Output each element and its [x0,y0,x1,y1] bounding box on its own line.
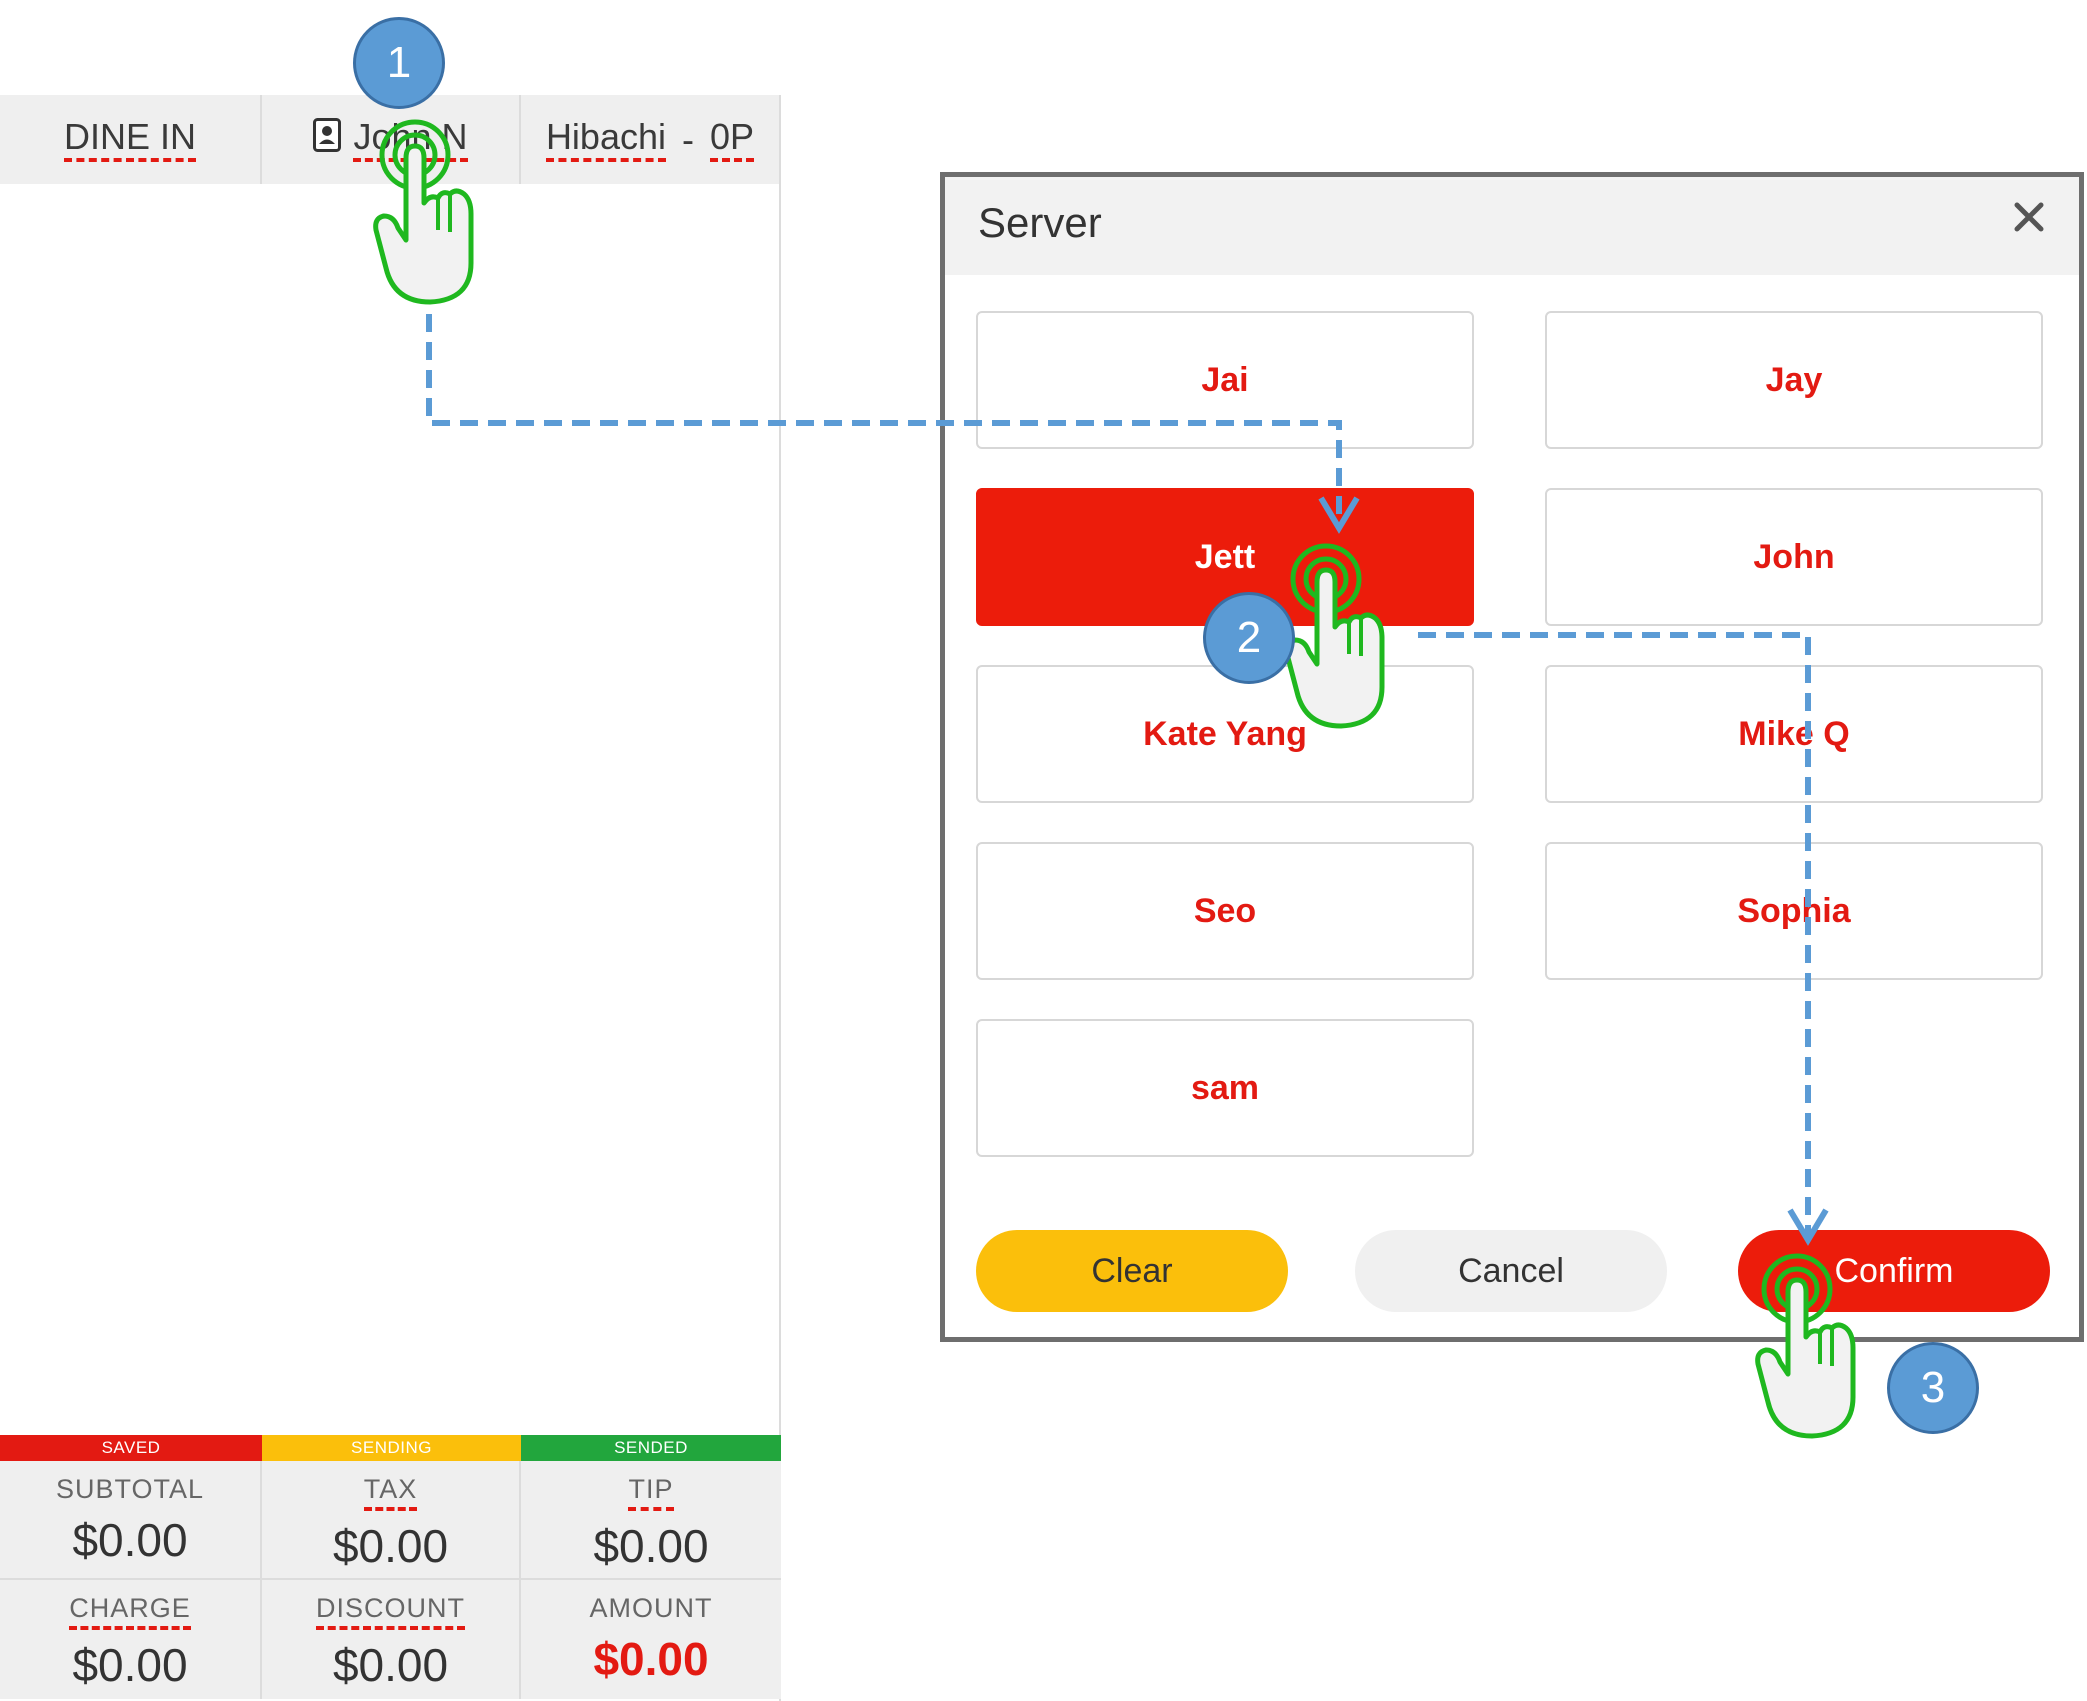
discount-value: $0.00 [332,1638,449,1691]
guest-count-label: 0P [710,117,755,163]
discount-cell[interactable]: DISCOUNT $0.00 [262,1580,521,1699]
dialog-title: Server [978,199,1102,246]
tax-cell[interactable]: TAX $0.00 [262,1461,521,1580]
discount-label: DISCOUNT [316,1593,465,1630]
tax-value: $0.00 [332,1519,449,1572]
step-badge-2: 2 [1203,592,1295,684]
amount-value: $0.00 [593,1632,709,1685]
server-button-label: Sophia [1737,891,1851,930]
server-button-sophia[interactable]: Sophia [1545,842,2043,980]
tap-hand-icon [370,118,480,305]
subtotal-cell: SUBTOTAL $0.00 [0,1461,262,1580]
cancel-button[interactable]: Cancel [1355,1230,1667,1312]
clear-button[interactable]: Clear [976,1230,1288,1312]
order-type-label: DINE IN [63,117,196,163]
id-badge-icon [313,118,342,161]
tax-label: TAX [363,1474,418,1511]
order-type-tab[interactable]: DINE IN [0,95,262,184]
charge-label: CHARGE [69,1593,191,1630]
order-panel: DINE IN John N Hibachi - 0P SAVED SENDIN… [0,95,781,1701]
close-icon[interactable] [2007,195,2051,239]
step-badge-1: 1 [353,17,445,109]
status-saved: SAVED [0,1435,262,1461]
server-button-label: Jett [1194,537,1256,576]
step-badge-3: 3 [1887,1342,1979,1434]
subtotal-label: SUBTOTAL [55,1474,205,1504]
server-button-label: Jay [1765,360,1823,399]
amount-cell: AMOUNT $0.00 [521,1580,781,1699]
server-button-jay[interactable]: Jay [1545,311,2043,449]
server-button-seo[interactable]: Seo [976,842,1474,980]
tap-hand-icon [1281,542,1391,729]
server-button-mike-q[interactable]: Mike Q [1545,665,2043,803]
server-button-john[interactable]: John [1545,488,2043,626]
table-selector[interactable]: Hibachi - 0P [521,95,779,184]
table-separator: - [682,118,694,160]
tip-value: $0.00 [593,1519,709,1572]
charge-value: $0.00 [72,1638,188,1691]
tip-label: TIP [628,1474,674,1511]
server-button-label: Jai [1201,360,1249,399]
tip-cell[interactable]: TIP $0.00 [521,1461,781,1580]
subtotal-value: $0.00 [72,1513,188,1566]
dialog-header: Server [945,177,2079,275]
server-button-label: John [1753,537,1835,576]
server-button-label: Seo [1193,891,1257,930]
status-sended: SENDED [521,1435,781,1461]
server-button-label: Mike Q [1738,714,1850,753]
table-name-label: Hibachi [545,117,666,163]
status-sending: SENDING [262,1435,521,1461]
server-button-label: sam [1190,1068,1260,1107]
server-button-sam[interactable]: sam [976,1019,1474,1157]
order-items-area [0,184,779,1435]
charge-cell[interactable]: CHARGE $0.00 [0,1580,262,1699]
server-dialog: Server Jai Jay Jett John Kate Yang Mike … [940,172,2084,1342]
amount-label: AMOUNT [589,1593,713,1623]
server-button-jai[interactable]: Jai [976,311,1474,449]
server-button-kate-yang[interactable]: Kate Yang [976,665,1474,803]
tap-hand-icon [1752,1252,1862,1439]
